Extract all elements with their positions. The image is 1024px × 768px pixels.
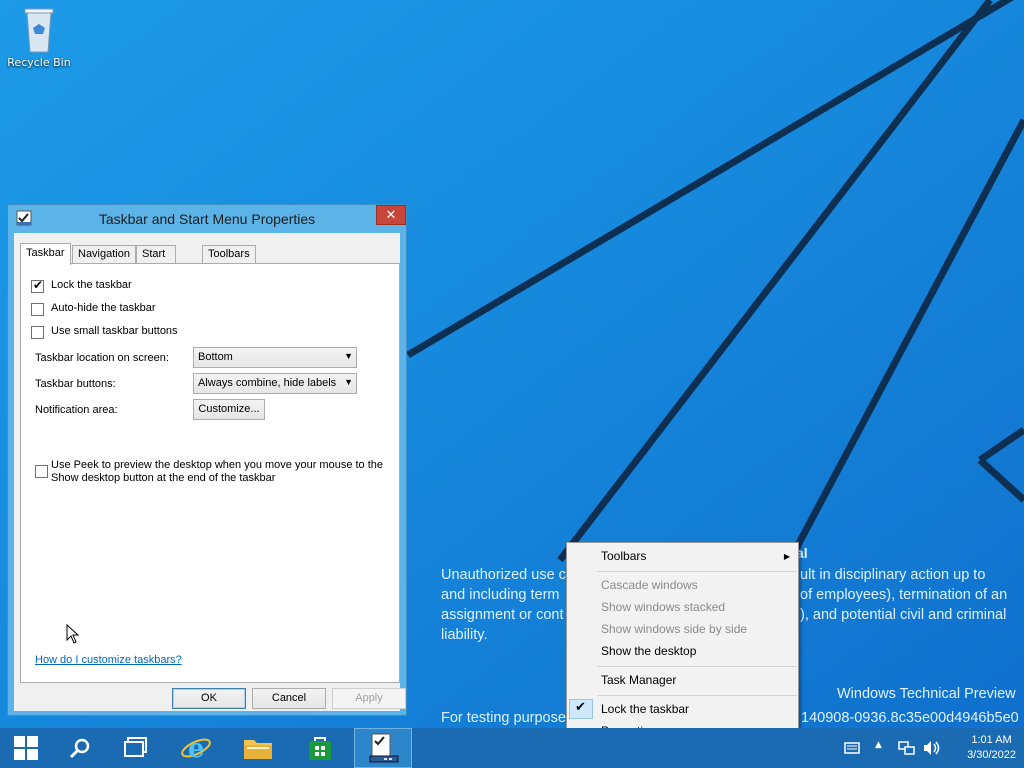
taskbar-buttons-label: Taskbar buttons: — [35, 378, 116, 390]
task-view-icon — [124, 737, 147, 757]
clock-date: 3/30/2022 — [967, 749, 1016, 761]
watermark-build-suffix: 140908-0936.8c35e00d4946b5e0 — [801, 710, 1019, 726]
show-hidden-icons-button[interactable]: ▲ — [872, 728, 888, 768]
cancel-button[interactable]: Cancel — [252, 688, 326, 709]
tab-taskbar[interactable]: Taskbar — [20, 243, 71, 265]
tab-navigation[interactable]: Navigation — [72, 245, 136, 263]
recycle-bin-label: Recycle Bin — [7, 56, 71, 69]
watermark-build-prefix: For testing purpose — [441, 710, 566, 726]
help-link[interactable]: How do I customize taskbars? — [35, 654, 182, 666]
small-buttons-checkbox[interactable] — [31, 326, 44, 339]
tab-start-menu[interactable]: Start Menu — [136, 245, 176, 276]
notification-area-label: Notification area: — [35, 404, 118, 416]
chevron-down-icon: ▼ — [344, 377, 353, 387]
volume-tray[interactable] — [920, 728, 940, 768]
store-icon — [309, 737, 331, 760]
watermark-product: Windows Technical Preview — [837, 686, 1016, 702]
watermark-line1: Unauthorized use c — [441, 567, 566, 583]
menu-item-toolbars[interactable]: Toolbars — [601, 549, 646, 563]
menu-item-stacked[interactable]: Show windows stacked — [601, 600, 725, 614]
taskbar-properties-icon — [369, 733, 399, 763]
menu-separator — [597, 695, 797, 696]
checkmark-icon: ✔ — [575, 700, 586, 715]
speaker-icon — [924, 741, 940, 755]
peek-checkbox[interactable] — [35, 465, 48, 478]
customize-button[interactable]: Customize... — [193, 399, 265, 420]
taskbar: e ▲ 1:01 AM 3/30/2022 — [0, 728, 1024, 768]
search-button[interactable] — [54, 728, 106, 768]
lock-taskbar-checkbox[interactable]: ✔ — [31, 278, 44, 293]
windows-logo-icon — [14, 736, 38, 760]
recycle-bin-shortcut[interactable]: Recycle Bin — [4, 6, 74, 69]
auto-hide-checkbox[interactable] — [31, 303, 44, 316]
watermark-line4: liability. — [441, 627, 488, 643]
chevron-down-icon: ▼ — [344, 351, 353, 361]
system-clock[interactable]: 1:01 AM 3/30/2022 — [967, 733, 1016, 763]
close-button[interactable]: ✕ — [376, 205, 406, 225]
file-explorer-button[interactable] — [232, 728, 284, 768]
search-icon — [69, 738, 90, 759]
checkmark-icon: ✔ — [33, 278, 44, 292]
submenu-arrow-icon: ▶ — [783, 552, 790, 561]
peek-label-line2: Show desktop button at the end of the ta… — [51, 472, 276, 484]
network-icon — [898, 741, 915, 755]
start-button[interactable] — [0, 728, 52, 768]
recycle-bin-icon — [24, 8, 54, 53]
task-view-button[interactable] — [110, 728, 162, 768]
watermark-line3-right: ), and potential civil and criminal — [800, 607, 1007, 623]
location-label: Taskbar location on screen: — [35, 352, 169, 364]
action-center-tray[interactable] — [842, 728, 862, 768]
watermark-line1-right: ult in disciplinary action up to — [800, 567, 986, 583]
auto-hide-label: Auto-hide the taskbar — [51, 302, 156, 314]
watermark-line3: assignment or cont — [441, 607, 564, 623]
message-icon — [844, 742, 860, 754]
network-tray[interactable] — [896, 728, 916, 768]
clock-time: 1:01 AM — [971, 734, 1012, 746]
watermark-line2: and including term — [441, 587, 560, 603]
taskbar-context-menu: Toolbars ▶ Cascade windows Show windows … — [566, 542, 799, 744]
menu-item-side-by-side[interactable]: Show windows side by side — [601, 622, 747, 636]
taskbar-buttons-select[interactable]: Always combine, hide labels ▼ — [193, 373, 357, 394]
menu-item-show-desktop[interactable]: Show the desktop — [601, 644, 696, 658]
taskbar-properties-taskbutton[interactable] — [354, 728, 412, 768]
menu-item-task-manager[interactable]: Task Manager — [601, 673, 676, 687]
mouse-pointer-icon — [66, 624, 80, 644]
taskbar-tab-panel: ✔ Lock the taskbar Auto-hide the taskbar… — [20, 263, 400, 683]
dialog-title: Taskbar and Start Menu Properties — [98, 211, 316, 227]
menu-item-lock-taskbar[interactable]: Lock the taskbar — [601, 702, 689, 716]
peek-label-line1: Use Peek to preview the desktop when you… — [51, 459, 384, 471]
ok-button[interactable]: OK — [172, 688, 246, 709]
menu-separator — [597, 666, 797, 667]
tab-toolbars[interactable]: Toolbars — [202, 245, 256, 263]
menu-item-cascade[interactable]: Cascade windows — [601, 578, 698, 592]
internet-explorer-icon: e — [181, 734, 211, 763]
dialog-titlebar[interactable]: Taskbar and Start Menu Properties ✕ — [8, 205, 406, 233]
svg-text:e: e — [188, 734, 205, 763]
taskbar-buttons-value: Always combine, hide labels — [198, 377, 337, 389]
lock-taskbar-label: Lock the taskbar — [51, 279, 132, 291]
watermark-line2-right: of employees), termination of an — [800, 587, 1008, 603]
apply-button[interactable]: Apply — [332, 688, 406, 709]
small-buttons-label: Use small taskbar buttons — [51, 325, 178, 337]
location-select[interactable]: Bottom ▼ — [193, 347, 357, 368]
internet-explorer-button[interactable]: e — [170, 728, 222, 768]
chevron-up-icon: ▲ — [875, 740, 882, 750]
menu-separator — [597, 571, 797, 572]
folder-icon — [244, 740, 272, 759]
close-icon: ✕ — [385, 208, 397, 223]
location-value: Bottom — [198, 351, 233, 363]
store-button[interactable] — [294, 728, 346, 768]
